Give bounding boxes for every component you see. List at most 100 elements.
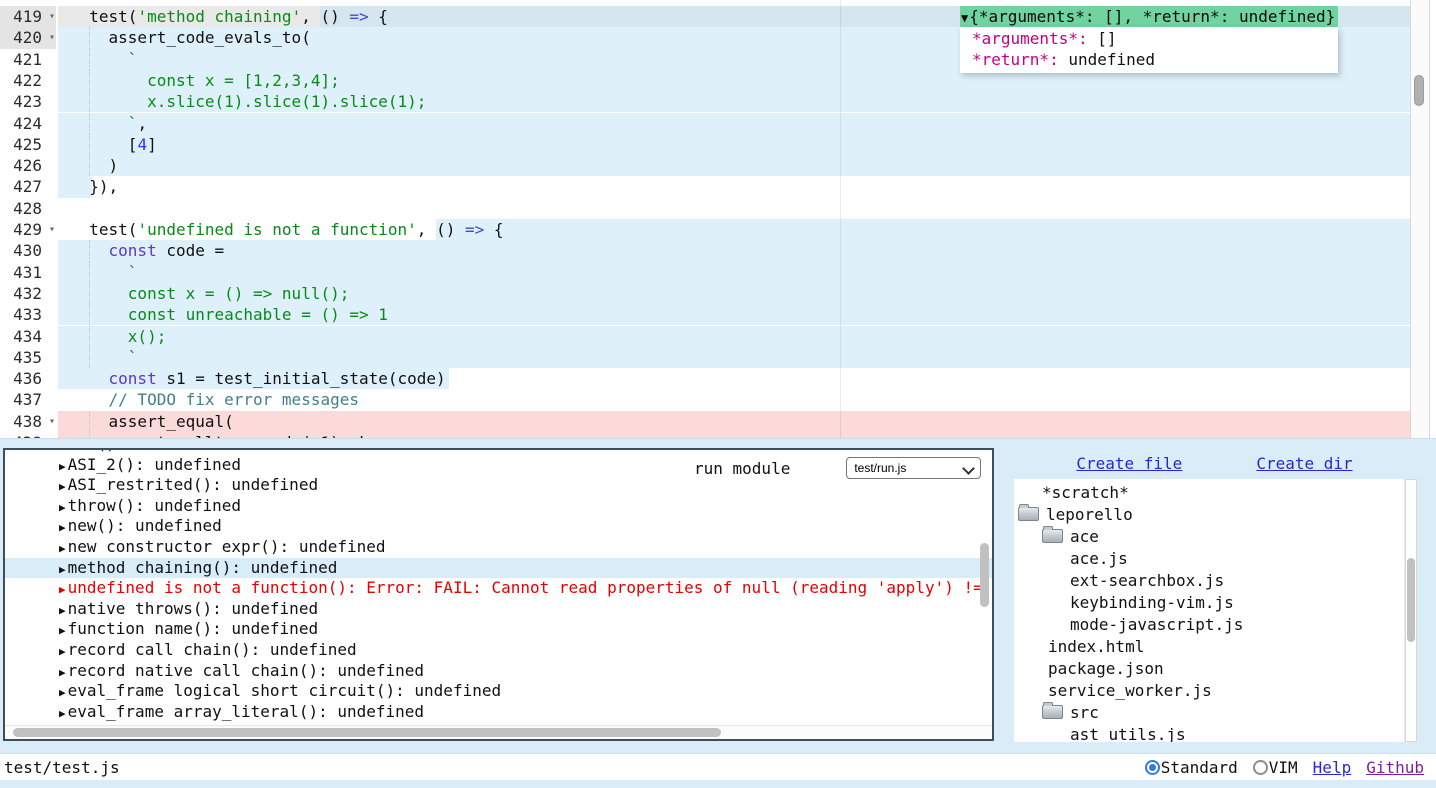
expand-triangle-icon[interactable]: ▶ [59,542,66,555]
editor-vertical-scrollbar[interactable] [1410,0,1430,438]
tree-file-*scratch*[interactable]: *scratch* [1014,481,1404,503]
inspector-header[interactable]: ▼{*arguments*: [], *return*: undefined} [960,6,1338,27]
code-line-426[interactable]: 426 ) [0,155,1436,176]
code-line-437[interactable]: 437 // TODO fix error messages [0,389,1436,410]
create-file-link[interactable]: Create file [1076,454,1182,473]
gutter-cell[interactable]: 431 [0,262,56,283]
radio-unselected-icon[interactable] [1253,760,1268,775]
fold-toggle-icon[interactable]: ▾ [49,219,55,240]
code-line-436[interactable]: 436 const s1 = test_initial_state(code) [0,368,1436,389]
gutter-cell[interactable]: 423 [0,91,56,112]
code-line-424[interactable]: 424 `, [0,113,1436,134]
code-line-427[interactable]: 427 }), [0,176,1436,197]
code-line-422[interactable]: 422 const x = [1,2,3,4]; [0,70,1436,91]
file-tree-scrollbar[interactable] [1405,479,1417,742]
expand-triangle-icon[interactable]: ▶ [59,521,66,534]
code-line-423[interactable]: 423 x.slice(1).slice(1).slice(1); [0,91,1436,112]
runner-vertical-scrollbar-thumb[interactable] [980,543,989,607]
tree-file-service_worker.js[interactable]: service_worker.js [1014,679,1404,701]
code-line-438[interactable]: 438▾ assert_equal( [0,411,1436,432]
fold-toggle-icon[interactable]: ▾ [49,27,55,48]
expand-triangle-icon[interactable]: ▶ [59,480,66,493]
tree-folder-ace[interactable]: ace [1014,525,1404,547]
expand-triangle-icon[interactable]: ▶ [59,501,66,514]
gutter-cell[interactable]: 438▾ [0,411,56,432]
test-result-item[interactable]: ▶new constructor expr(): undefined [5,537,992,558]
tree-folder-src[interactable]: src [1014,701,1404,723]
expand-triangle-icon[interactable]: ▶ [59,604,66,617]
runner-horizontal-scrollbar[interactable] [5,725,992,739]
expand-triangle-icon[interactable]: ▶ [59,686,66,699]
radio-selected-icon[interactable] [1145,760,1160,775]
help-link[interactable]: Help [1313,758,1352,777]
gutter-cell[interactable]: 439 [0,432,56,439]
gutter-cell[interactable]: 422 [0,70,56,91]
gutter-cell[interactable]: 424 [0,113,56,134]
expand-triangle-icon[interactable]: ▶ [59,563,66,576]
github-link[interactable]: Github [1366,758,1424,777]
tree-file-keybinding-vim.js[interactable]: keybinding-vim.js [1014,591,1404,613]
test-result-item[interactable]: ▶eval_frame array_literal(): undefined [5,702,992,723]
expand-triangle-icon[interactable]: ▶ [59,624,66,637]
test-result-item[interactable]: ▶function name(): undefined [5,619,992,640]
expand-triangle-icon[interactable]: ▶ [59,707,66,720]
test-result-item[interactable]: ▶method chaining(): undefined [5,558,992,579]
gutter-cell[interactable]: 419▾ [0,6,56,27]
editor-scrollbar-thumb[interactable] [1414,75,1424,106]
expand-triangle-icon[interactable]: ▶ [59,448,66,452]
test-result-item[interactable]: ▶record call chain(): undefined [5,640,992,661]
fold-toggle-icon[interactable]: ▾ [49,411,55,432]
tree-file-ast_utils.js[interactable]: ast_utils.js [1014,723,1404,742]
code-line-428[interactable]: 428 [0,198,1436,219]
code-line-432[interactable]: 432 const x = () => null(); [0,283,1436,304]
gutter-cell[interactable]: 428 [0,198,56,219]
gutter-cell[interactable]: 425 [0,134,56,155]
test-result-item[interactable]: ▶record native call chain(): undefined [5,661,992,682]
code-line-434[interactable]: 434 x(); [0,326,1436,347]
expand-triangle-icon[interactable]: ▶ [59,460,66,473]
code-line-425[interactable]: 425 [4] [0,134,1436,155]
tree-file-package.json[interactable]: package.json [1014,657,1404,679]
gutter-cell[interactable]: 436 [0,368,56,389]
expand-triangle-icon[interactable]: ▶ [59,666,66,679]
gutter-cell[interactable]: 421 [0,49,56,70]
test-result-item[interactable]: ▶ASI(): undefined [5,448,992,455]
create-dir-link[interactable]: Create dir [1256,454,1352,473]
runner-horizontal-scrollbar-thumb[interactable] [13,728,721,737]
gutter-cell[interactable]: 435 [0,347,56,368]
inspector-entry[interactable]: *arguments*: [] [960,28,1338,49]
code-editor[interactable]: 419▾ test('method chaining', () => {420▾… [0,0,1436,439]
expand-triangle-icon[interactable]: ▶ [59,645,66,658]
gutter-cell[interactable]: 430 [0,240,56,261]
test-result-item[interactable]: ▶throw(): undefined [5,496,992,517]
code-line-435[interactable]: 435 ` [0,347,1436,368]
run-module-select[interactable]: test/run.js [846,457,981,479]
expand-triangle-icon[interactable]: ▶ [59,583,66,596]
tree-folder-leporello[interactable]: leporello [1014,503,1404,525]
tree-file-index.html[interactable]: index.html [1014,635,1404,657]
test-result-item[interactable]: ▶native throws(): undefined [5,599,992,620]
gutter-cell[interactable]: 420▾ [0,27,56,48]
test-result-item[interactable]: ▶new(): undefined [5,516,992,537]
gutter-cell[interactable]: 426 [0,155,56,176]
code-line-431[interactable]: 431 ` [0,262,1436,283]
code-line-439[interactable]: 439 root_calltree_node(s1).ok, [0,432,1436,439]
gutter-cell[interactable]: 433 [0,304,56,325]
gutter-cell[interactable]: 427 [0,176,56,197]
gutter-cell[interactable]: 429▾ [0,219,56,240]
keybinding-radio-standard[interactable]: Standard [1145,758,1238,777]
tree-file-ace.js[interactable]: ace.js [1014,547,1404,569]
tree-file-mode-javascript.js[interactable]: mode-javascript.js [1014,613,1404,635]
inspector-entry[interactable]: *return*: undefined [960,49,1338,70]
tree-file-ext-searchbox.js[interactable]: ext-searchbox.js [1014,569,1404,591]
gutter-cell[interactable]: 434 [0,326,56,347]
code-line-430[interactable]: 430 const code = [0,240,1436,261]
gutter-cell[interactable]: 432 [0,283,56,304]
keybinding-radio-vim[interactable]: VIM [1253,758,1298,777]
fold-toggle-icon[interactable]: ▾ [49,6,55,27]
code-line-429[interactable]: 429▾ test('undefined is not a function',… [0,219,1436,240]
code-line-433[interactable]: 433 const unreachable = () => 1 [0,304,1436,325]
test-result-item[interactable]: ▶eval_frame logical short circuit(): und… [5,681,992,702]
gutter-cell[interactable]: 437 [0,389,56,410]
collapse-triangle-icon[interactable]: ▼ [961,11,968,25]
